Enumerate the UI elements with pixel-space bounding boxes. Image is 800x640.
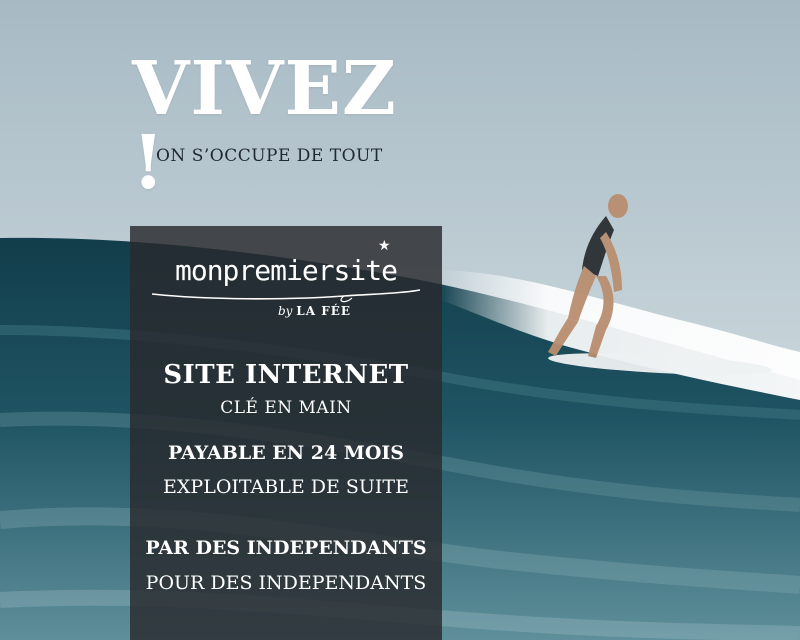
logo-swash-icon bbox=[151, 289, 421, 303]
logo-byline: by LA FÉE bbox=[278, 304, 351, 318]
headline: VIVEZ ! bbox=[132, 46, 397, 206]
offer-subtitle: CLÉ EN MAIN bbox=[220, 398, 352, 418]
tagline: ON S’OCCUPE DE TOUT bbox=[156, 146, 383, 166]
audience-detail: POUR DES INDEPENDANTS bbox=[145, 572, 427, 594]
payment-terms: PAYABLE EN 24 MOIS bbox=[167, 442, 404, 464]
payment-detail: EXPLOITABLE DE SUITE bbox=[163, 476, 409, 498]
logo-wordmark: monpremiersite bbox=[174, 254, 398, 287]
logo-by: by bbox=[278, 304, 293, 318]
star-icon: ★ bbox=[378, 238, 391, 254]
logo-brand: LA FÉE bbox=[296, 304, 352, 318]
audience-title: PAR DES INDEPENDANTS bbox=[145, 537, 427, 559]
offer-title: SITE INTERNET bbox=[163, 360, 409, 390]
info-panel: monpremiersite ★ by LA FÉE SITE INTERNET… bbox=[130, 226, 442, 640]
